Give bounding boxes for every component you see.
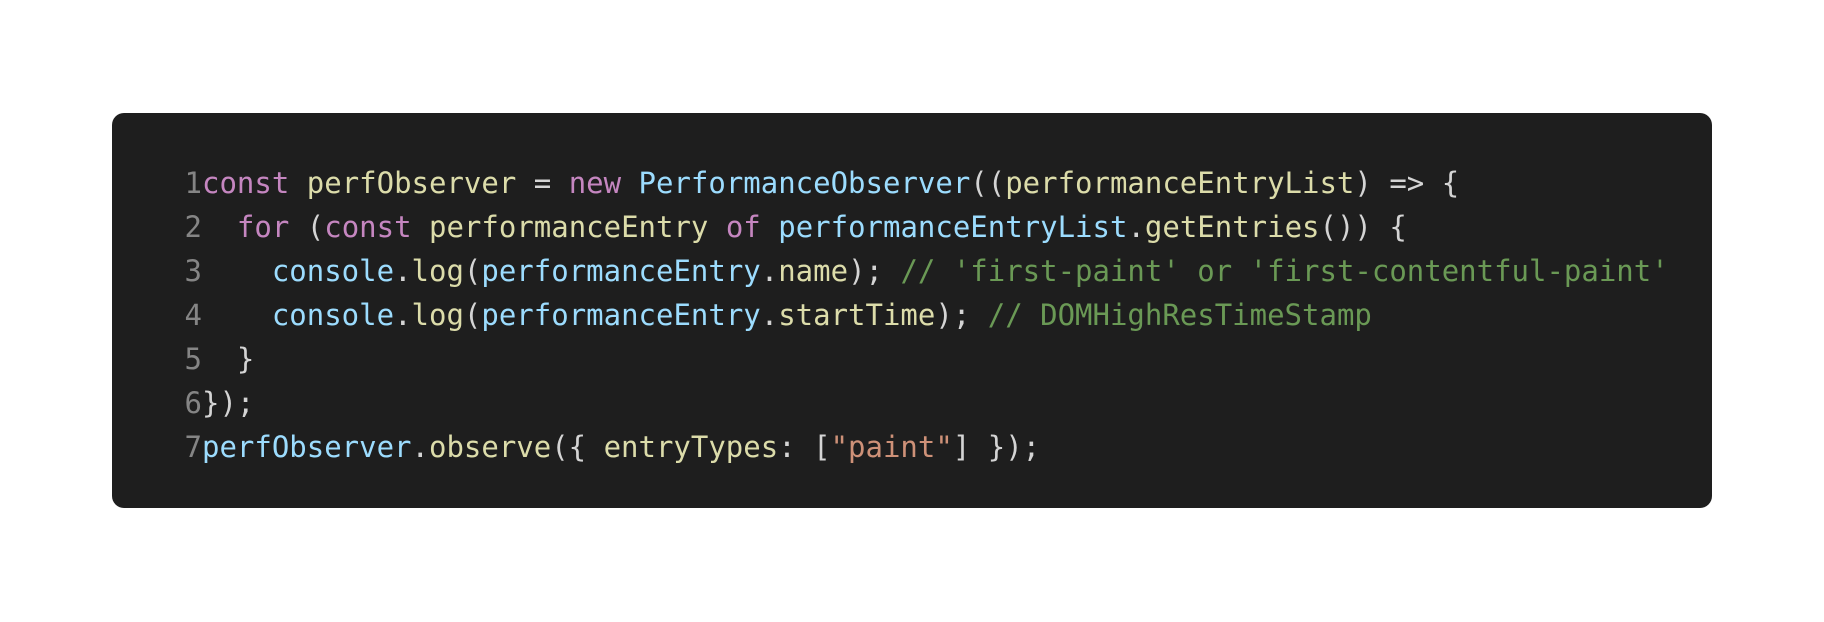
code-token-type: console bbox=[271, 298, 395, 332]
code-token-plain: }); bbox=[202, 386, 255, 420]
code-token-ident: log bbox=[411, 298, 464, 332]
code-token-plain: ] }); bbox=[952, 430, 1041, 464]
code-token-plain: . bbox=[760, 298, 779, 332]
code-token-plain: ( bbox=[289, 210, 325, 244]
code-token-plain: : [ bbox=[778, 430, 831, 464]
line-number: 1 bbox=[184, 166, 202, 200]
code-token-ident: observe bbox=[428, 430, 552, 464]
code-token-type: console bbox=[271, 254, 395, 288]
line-code: const perfObserver = new PerformanceObse… bbox=[202, 161, 1459, 205]
code-token-ident: performanceEntry bbox=[429, 210, 709, 244]
code-token-ident: startTime bbox=[778, 298, 936, 332]
line-number: 5 bbox=[184, 342, 202, 376]
line-number: 6 bbox=[184, 386, 202, 420]
code-token-plain: . bbox=[760, 254, 779, 288]
code-line: 5 } bbox=[112, 337, 1712, 381]
code-token-keyword: for bbox=[236, 210, 290, 244]
line-number: 4 bbox=[184, 298, 202, 332]
code-token-plain: } bbox=[202, 342, 255, 376]
code-line: 1 const perfObserver = new PerformanceObs… bbox=[112, 161, 1712, 205]
code-token-ident: log bbox=[411, 254, 464, 288]
code-token-ident: entryTypes bbox=[603, 430, 779, 464]
code-token-comment: // DOMHighResTimeStamp bbox=[987, 298, 1372, 332]
code-line: 6}); bbox=[112, 381, 1712, 425]
code-token-comment: // 'first-paint' or 'first-contentful-pa… bbox=[900, 254, 1669, 288]
code-token-ident: name bbox=[778, 254, 849, 288]
code-token-keyword: of bbox=[725, 210, 761, 244]
code-token-keyword: const bbox=[324, 210, 412, 244]
code-token-plain: ( bbox=[463, 254, 482, 288]
code-token-plain: . bbox=[411, 430, 429, 464]
code-token-plain: ); bbox=[848, 254, 901, 288]
line-code: }); bbox=[202, 381, 254, 425]
code-token-ident: getEntries bbox=[1144, 210, 1320, 244]
code-token-type: perfObserver bbox=[202, 430, 412, 464]
line-code: console.log(performanceEntry.name); // '… bbox=[202, 249, 1669, 293]
code-line: 3 console.log(performanceEntry.name); //… bbox=[112, 249, 1712, 293]
code-token-type: performanceEntry bbox=[481, 298, 761, 332]
line-code: console.log(performanceEntry.startTime);… bbox=[202, 293, 1372, 337]
line-code: for (const performanceEntry of performan… bbox=[202, 205, 1407, 249]
code-token-keyword: new bbox=[568, 166, 622, 200]
code-token-type: performanceEntry bbox=[481, 254, 761, 288]
code-token-plain: . bbox=[394, 254, 412, 288]
code-token-plain: ); bbox=[935, 298, 988, 332]
code-token-plain: = bbox=[516, 166, 569, 200]
code-token-ident: performanceEntryList bbox=[1005, 166, 1355, 200]
code-token-plain: ({ bbox=[551, 430, 604, 464]
line-code: perfObserver.observe({ entryTypes: ["pai… bbox=[202, 425, 1040, 469]
code-token-keyword: const bbox=[202, 166, 290, 200]
code-token-plain: . bbox=[394, 298, 412, 332]
code-block: 1 const perfObserver = new PerformanceObs… bbox=[112, 113, 1712, 508]
code-line: 4 console.log(performanceEntry.startTime… bbox=[112, 293, 1712, 337]
code-token-plain: ( bbox=[463, 298, 482, 332]
code-token-type: performanceEntryList bbox=[778, 210, 1128, 244]
code-token-type: PerformanceObserver bbox=[638, 166, 971, 200]
line-code: } bbox=[202, 337, 254, 381]
code-token-plain: ()) { bbox=[1319, 210, 1407, 244]
code-line: 2 for (const performanceEntry of perform… bbox=[112, 205, 1712, 249]
line-number: 2 bbox=[184, 210, 202, 244]
code-token-plain: ) => { bbox=[1354, 166, 1460, 200]
line-number: 3 bbox=[184, 254, 202, 288]
code-token-string: "paint" bbox=[830, 430, 953, 464]
code-token-plain: (( bbox=[970, 166, 1006, 200]
code-token-plain: . bbox=[1127, 210, 1145, 244]
line-number: 7 bbox=[184, 430, 202, 464]
code-token-ident: perfObserver bbox=[306, 166, 517, 200]
code-line: 7 perfObserver.observe({ entryTypes: ["pa… bbox=[112, 425, 1712, 469]
